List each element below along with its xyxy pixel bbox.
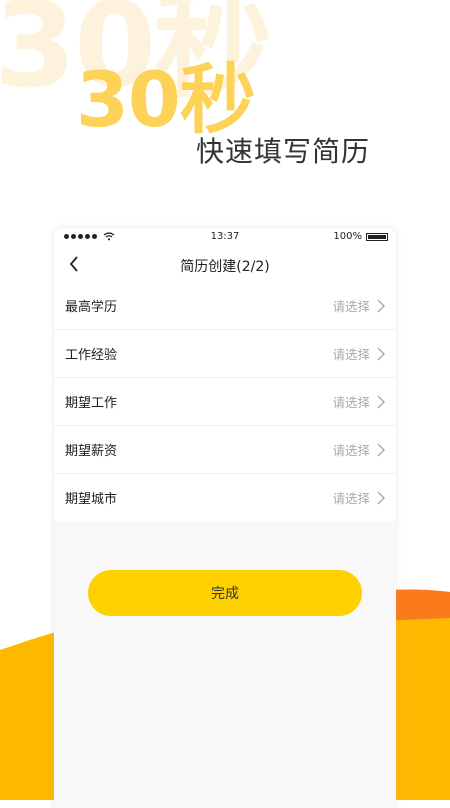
- chevron-right-icon: [377, 491, 385, 505]
- row-label: 期望城市: [65, 492, 118, 507]
- row-label: 最高学历: [65, 300, 118, 315]
- row-placeholder: 请选择: [332, 443, 370, 458]
- nav-bar: 简历创建(2/2): [54, 246, 396, 282]
- row-label: 期望工作: [65, 396, 118, 411]
- chevron-right-icon: [377, 395, 385, 409]
- page-title: 简历创建(2/2): [180, 259, 270, 275]
- hero-subtitle: 快速填写简历: [196, 135, 371, 168]
- form-row-experience[interactable]: 工作经验 请选择: [54, 330, 396, 378]
- battery-percent: 100%: [333, 231, 362, 242]
- battery-status: 100%: [333, 231, 388, 242]
- row-label: 期望薪资: [65, 444, 118, 459]
- chevron-right-icon: [377, 299, 385, 313]
- row-placeholder: 请选择: [332, 347, 370, 362]
- battery-icon: [366, 232, 388, 241]
- row-label: 工作经验: [65, 348, 118, 363]
- status-bar: 13:37 100%: [54, 228, 396, 246]
- chevron-right-icon: [377, 347, 385, 361]
- form-row-city[interactable]: 期望城市 请选择: [54, 474, 396, 521]
- row-placeholder: 请选择: [332, 299, 370, 314]
- row-placeholder: 请选择: [332, 491, 370, 506]
- chevron-right-icon: [377, 443, 385, 457]
- form-row-salary[interactable]: 期望薪资 请选择: [54, 426, 396, 474]
- phone-mockup: 13:37 100% 简历创建(2/2) 最高学历 请选择 工作经验 请选择 期…: [54, 228, 396, 808]
- done-button[interactable]: 完成: [88, 570, 362, 616]
- resume-form-list: 最高学历 请选择 工作经验 请选择 期望工作 请选择 期望薪资 请选择 期望城市…: [54, 282, 396, 521]
- form-row-education[interactable]: 最高学历 请选择: [54, 282, 396, 330]
- hero-title: 30秒: [76, 55, 256, 144]
- row-placeholder: 请选择: [332, 395, 370, 410]
- form-row-desired-job[interactable]: 期望工作 请选择: [54, 378, 396, 426]
